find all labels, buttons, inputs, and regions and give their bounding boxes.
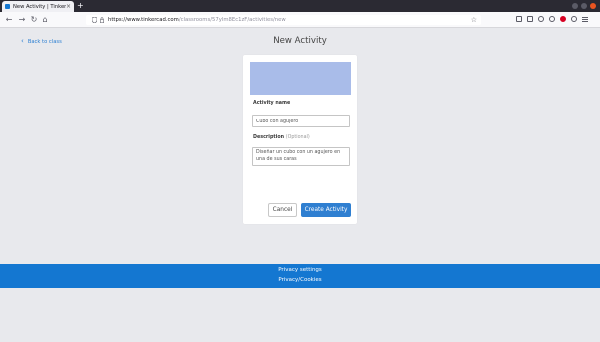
activity-name-input[interactable] — [252, 115, 350, 127]
minimize-icon[interactable] — [572, 3, 578, 9]
new-activity-card: Activity name Description (Optional) Dis… — [243, 55, 357, 224]
back-arrow-icon[interactable]: ← — [4, 15, 14, 25]
lock-icon[interactable] — [100, 17, 104, 23]
downloads-icon[interactable] — [527, 16, 533, 22]
browser-navbar: ← → ↻ ⌂ https://www.tinkercad.com/classr… — [0, 12, 600, 28]
history-icon[interactable] — [538, 16, 544, 22]
optional-hint: (Optional) — [285, 135, 310, 140]
shield-icon[interactable] — [92, 17, 97, 23]
hamburger-menu-icon[interactable] — [582, 16, 588, 22]
url-text: https://www.tinkercad.com/classrooms/57y… — [108, 17, 471, 23]
close-window-icon[interactable] — [590, 3, 596, 9]
account-icon[interactable] — [571, 16, 577, 22]
tinkercad-favicon-icon — [5, 4, 10, 9]
cancel-button[interactable]: Cancel — [268, 203, 297, 217]
pocket-icon[interactable] — [516, 16, 522, 22]
activity-name-label: Activity name — [253, 101, 291, 106]
bookmark-star-icon[interactable]: ☆ — [471, 16, 477, 24]
extension-icon[interactable] — [549, 16, 555, 22]
description-input[interactable]: Diseñar un cubo con un agujero en una de… — [252, 147, 350, 166]
activity-thumbnail[interactable] — [250, 62, 351, 95]
page-title: New Activity — [273, 36, 327, 46]
home-icon[interactable]: ⌂ — [40, 15, 50, 25]
address-bar[interactable]: https://www.tinkercad.com/classrooms/57y… — [86, 15, 481, 25]
addon-red-icon[interactable] — [560, 16, 566, 22]
maximize-icon[interactable] — [581, 3, 587, 9]
browser-toolbar — [516, 16, 588, 22]
description-label-text: Description — [253, 135, 285, 140]
tab-title: New Activity | Tinkercad — [13, 3, 66, 10]
footer: Privacy settings Privacy/Cookies — [0, 264, 600, 288]
browser-tab[interactable]: New Activity | Tinkercad × — [2, 1, 74, 12]
browser-titlebar: New Activity | Tinkercad × + — [0, 0, 600, 12]
privacy-settings-link[interactable]: Privacy settings — [0, 267, 600, 273]
forward-arrow-icon[interactable]: → — [17, 15, 27, 25]
url-path: /classrooms/57ylm8Ec1zF/activities/new — [178, 17, 286, 23]
url-host: https://www.tinkercad.com — [108, 17, 179, 23]
reload-icon[interactable]: ↻ — [29, 15, 39, 25]
tab-close-icon[interactable]: × — [66, 3, 71, 10]
privacy-cookies-link[interactable]: Privacy/Cookies — [0, 277, 600, 283]
create-activity-button[interactable]: Create Activity — [301, 203, 351, 217]
description-label: Description (Optional) — [253, 135, 310, 140]
new-tab-button[interactable]: + — [77, 1, 84, 11]
window-controls — [572, 3, 596, 9]
